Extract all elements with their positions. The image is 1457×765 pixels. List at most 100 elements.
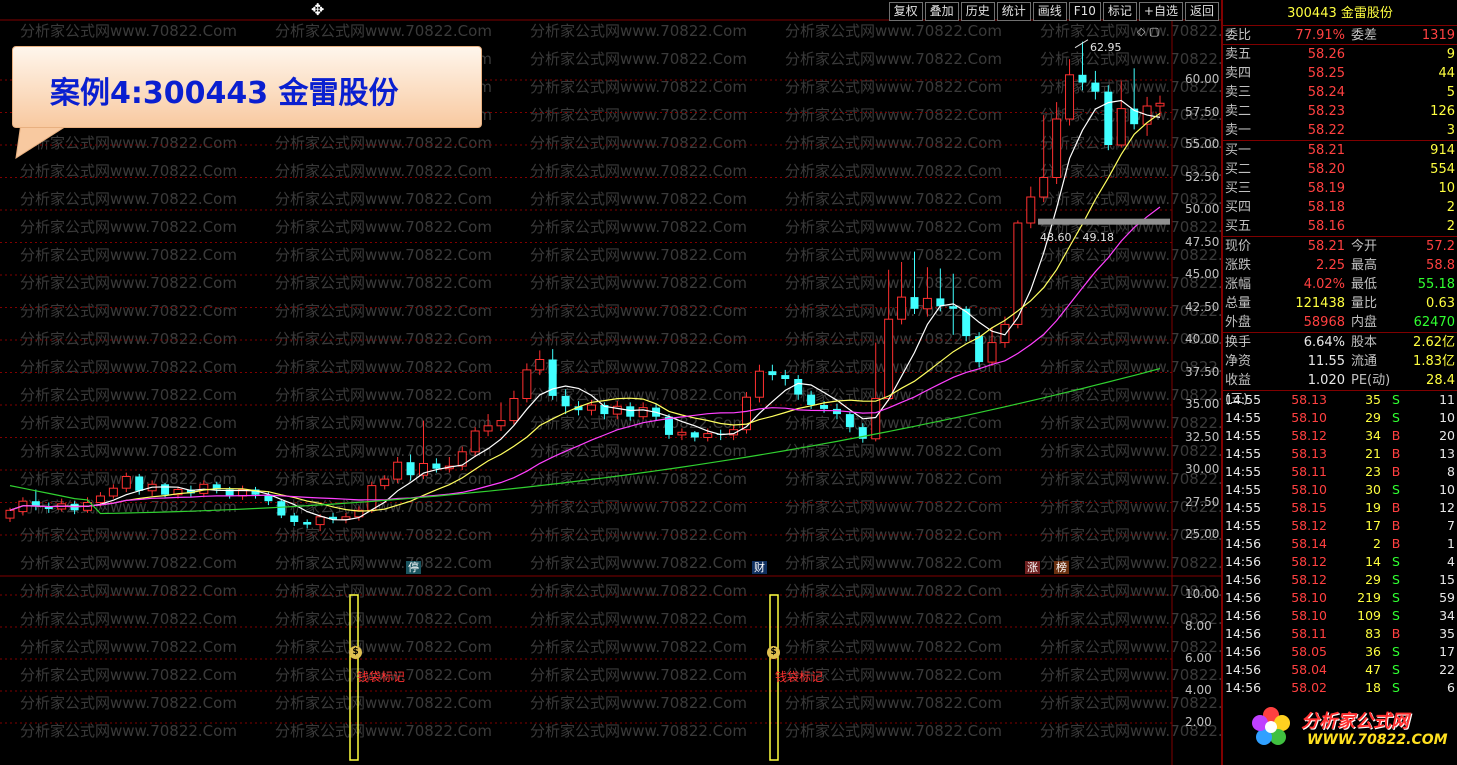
fund-value: 1.83亿	[1413, 354, 1455, 369]
watermark-text: 分析家公式网www.70822.Com	[275, 386, 492, 404]
tick-volume: 47	[1365, 662, 1381, 677]
tick-price: 58.15	[1291, 500, 1327, 515]
tick-time: 14:55	[1225, 464, 1262, 479]
candle-body-up	[586, 404, 596, 411]
watermark-text: 分析家公式网www.70822.Com	[530, 330, 747, 348]
watermark-text: 分析家公式网www.70822.Com	[530, 638, 747, 656]
watermark-text: 分析家公式网www.70822.Com	[20, 582, 237, 600]
book-price: 58.23	[1307, 104, 1345, 119]
candle-body-down	[432, 463, 441, 469]
marker-cai[interactable]: 财	[752, 561, 767, 574]
bid-row: 买五 58.16 2	[1223, 217, 1457, 236]
watermark-text: 分析家公式网www.70822.Com	[20, 526, 237, 544]
tick-row: 14:56 58.05 36 S 17	[1223, 643, 1457, 661]
tick-time: 14:56	[1225, 626, 1262, 641]
tick-list[interactable]: 14:55 58.13 35 S 11 14:55 58.10 29 S 10 14:55 58.12…	[1223, 391, 1457, 697]
watermark-text: 分析家公式网www.70822.Com	[20, 302, 237, 320]
fund-label: 换手	[1225, 335, 1252, 350]
fund-label: 净资	[1225, 354, 1252, 369]
flower-logo-icon	[1252, 707, 1290, 745]
tick-volume: 14	[1365, 554, 1381, 569]
watermark-text: 分析家公式网www.70822.Com	[275, 526, 492, 544]
tick-count: 15	[1439, 572, 1455, 587]
chart-mini-icons[interactable]: ◇ ▢	[1137, 25, 1159, 38]
price-axis-tick: 32.50	[1185, 429, 1220, 444]
tick-time: 14:56	[1225, 662, 1262, 677]
tick-count: 13	[1439, 446, 1455, 461]
quote-row: 外盘 58968 内盘 62470	[1223, 313, 1457, 332]
quote-row: 涨幅 4.02% 最低 55.18	[1223, 275, 1457, 294]
quote-value: 62470	[1413, 315, 1455, 330]
watermark-text: 分析家公式网www.70822.Com	[20, 330, 237, 348]
toolbar-button[interactable]: 统计	[996, 2, 1031, 21]
tick-time: 14:55	[1225, 500, 1262, 515]
book-volume: 2	[1446, 200, 1455, 215]
quote-value: 55.18	[1417, 277, 1455, 292]
tick-count: 59	[1439, 590, 1455, 605]
watermark-text: 分析家公式网www.70822.Com	[785, 106, 1002, 124]
tick-volume: 83	[1365, 626, 1381, 641]
toolbar-button[interactable]: 复权	[888, 2, 923, 21]
watermark-text: 分析家公式网www.70822.Com	[530, 722, 747, 740]
price-axis-tick: 35.00	[1185, 397, 1220, 411]
toolbar-button[interactable]: 历史	[960, 2, 995, 21]
toolbar-button[interactable]: +自选	[1138, 2, 1183, 21]
tick-side: S	[1392, 590, 1400, 605]
candle-body-down	[690, 432, 699, 438]
toolbar-button[interactable]: 叠加	[924, 2, 959, 21]
candle-body-up	[1116, 108, 1126, 146]
candle-body-down	[962, 308, 971, 337]
tick-row: 14:56 58.04 47 S 22	[1223, 661, 1457, 679]
quote-value: 0.63	[1426, 296, 1455, 311]
fund-value: 1.020	[1307, 373, 1345, 388]
marker-zhang[interactable]: 涨	[1025, 561, 1040, 574]
watermark-text: 分析家公式网www.70822.Com	[275, 22, 492, 40]
tick-time: 14:55	[1225, 482, 1262, 497]
tick-price: 58.11	[1291, 464, 1327, 479]
tick-count: 4	[1447, 554, 1455, 569]
indicator-axis-tick: 2.00	[1185, 715, 1212, 729]
price-range-label: 48.60 - 49.18	[1040, 231, 1114, 244]
book-level-label: 卖三	[1225, 85, 1252, 100]
price-axis-tick: 50.00	[1185, 202, 1220, 216]
fund-value: 11.55	[1307, 354, 1345, 369]
bid-book: 买一 58.21 914 买二 58.20 554 买三 58.19 10 买四 58.18 2 买五 5…	[1223, 141, 1457, 237]
tick-row: 14:55 58.11 23 B 8	[1223, 463, 1457, 481]
tick-time: 14:56	[1225, 572, 1262, 587]
candle-body-down	[626, 406, 635, 417]
marker-ting[interactable]: 停	[406, 561, 421, 574]
toolbar-button[interactable]: 返回	[1184, 2, 1219, 21]
tick-row: 14:56 58.11 83 B 35	[1223, 625, 1457, 643]
high-price-label: 62.95	[1090, 41, 1122, 54]
tick-row: 14:55 58.12 34 B 20	[1223, 427, 1457, 445]
watermark-text: 分析家公式网www.70822.Com	[785, 610, 1002, 628]
watermark-text: 分析家公式网www.70822.Com	[530, 526, 747, 544]
toolbar-button[interactable]: 画线	[1032, 2, 1067, 21]
kline-chart-area[interactable]: 分析家公式网www.70822.Com 分析家公式网www.70822.Com 分析…	[0, 0, 1222, 765]
tick-volume: 17	[1365, 518, 1381, 533]
book-volume: 126	[1430, 104, 1455, 119]
tick-volume: 19	[1365, 500, 1381, 515]
toolbar-button[interactable]: 标记	[1102, 2, 1137, 21]
fund-value: 6.64%	[1303, 335, 1345, 350]
watermark-text: 分析家公式网www.70822.Com	[1040, 246, 1222, 264]
tick-side: B	[1391, 464, 1401, 479]
watermark-text: 分析家公式网www.70822.Com	[20, 610, 237, 628]
toolbar-button[interactable]: F10	[1068, 2, 1101, 21]
marker-bang[interactable]: 榜	[1054, 561, 1069, 574]
chart-toolbar: 复权 叠加 历史 统计 画线 F10 标记 +自选 返回	[887, 2, 1219, 21]
tick-price: 58.02	[1291, 680, 1327, 695]
price-axis-tick: 37.50	[1185, 364, 1220, 379]
high-pointer	[1074, 39, 1089, 49]
watermark-text: 分析家公式网www.70822.Com	[785, 134, 1002, 152]
indicator-axis-tick: 6.00	[1185, 651, 1212, 665]
watermark-text: 分析家公式网www.70822.Com	[275, 162, 492, 180]
candle-body-up	[677, 431, 687, 436]
watermark-text: 分析家公式网www.70822.Com	[785, 638, 1002, 656]
candle-body-down	[975, 336, 984, 363]
tick-count: 8	[1447, 464, 1455, 479]
tick-side: S	[1392, 410, 1400, 425]
bag-mark-label: 钱袋标记	[357, 670, 406, 684]
watermark-text: 分析家公式网www.70822.Com	[20, 554, 237, 572]
stock-title[interactable]: 300443 金雷股份	[1223, 0, 1457, 26]
